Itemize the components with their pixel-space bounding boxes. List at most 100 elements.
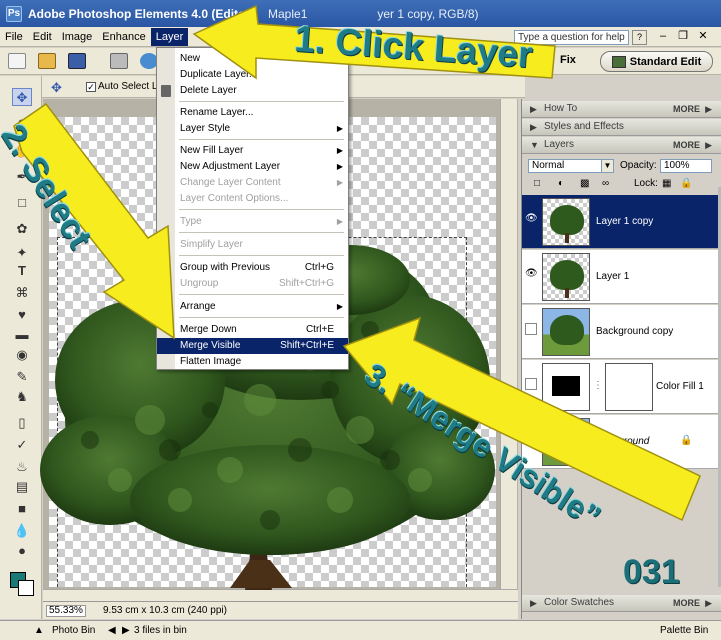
menu-item-new-fill-layer[interactable]: New Fill Layer ▶ [157,143,348,159]
blur-tool-icon[interactable]: 💧 [12,522,32,540]
adjustment-layer-icon[interactable]: ◐ [558,178,564,189]
menu-item-duplicate-layer[interactable]: Duplicate Layer... [157,67,348,83]
color-swatches-palette-header[interactable]: ▶ Color Swatches MORE ▶ [522,595,721,612]
menu-item-delete-layer[interactable]: Delete Layer [157,83,348,99]
lock-transparency-icon[interactable]: ▦ [662,178,671,189]
brush-tool-icon[interactable]: ✓ [12,436,32,454]
red-eye-tool-icon[interactable]: ◉ [12,346,32,364]
menu-item-layer-style[interactable]: Layer Style ▶ [157,121,348,137]
healing-brush-tool-icon[interactable]: ✎ [12,368,32,386]
menu-item-ungroup: Ungroup Shift+Ctrl+G [180,278,334,289]
menu-item-new-adjustment-layer[interactable]: New Adjustment Layer ▶ [157,159,348,175]
crop-tool-icon[interactable]: ⌘ [12,284,32,302]
move-tool-icon[interactable]: ✥ [12,88,32,106]
menu-item-merge-down[interactable]: Merge Down Ctrl+E [157,322,348,338]
menu-item-group-with-previous[interactable]: Group with Previous Ctrl+G [157,260,348,276]
print-icon[interactable] [110,53,128,69]
visibility-toggle[interactable] [525,433,537,445]
menu-item-flatten-image[interactable]: Flatten Image [157,354,348,370]
standard-edit-button[interactable]: Standard Edit [600,51,713,72]
layer-row[interactable]: 👁 Layer 1 copy [522,195,718,249]
restore-icon[interactable]: ❐ [675,29,691,44]
photoshop-app-icon: Ps [6,5,22,22]
help-button[interactable]: ? [632,30,647,45]
fill-layer-thumbnail [542,363,590,411]
minimize-icon[interactable]: – [655,29,671,44]
shape-tool-icon[interactable]: ■ [12,500,32,518]
menu-file[interactable]: File [0,28,28,46]
layer-row[interactable]: 👁 Layer 1 [522,250,718,304]
bin-nav-icon[interactable]: ▶ [122,625,130,636]
trash-icon[interactable]: ▩ [580,178,589,189]
straighten-tool-icon[interactable]: ▬ [12,326,32,344]
paint-bucket-tool-icon[interactable]: ♨ [12,458,32,476]
more-button[interactable]: MORE [673,595,700,611]
type-tool-icon[interactable]: T [12,262,32,280]
layer-row[interactable]: Background 🔒 [522,415,718,469]
eye-icon[interactable]: 👁 [525,213,538,225]
layer-thumbnail [542,308,590,356]
quick-fix-button[interactable]: Fix [560,54,576,66]
more-button[interactable]: MORE [673,101,700,117]
gradient-tool-icon[interactable]: ▤ [12,478,32,496]
lock-all-icon[interactable]: 🔒 [680,178,692,189]
photo-bin-toggle[interactable]: Photo Bin [52,625,95,636]
layers-palette-header[interactable]: ▼ Layers MORE ▶ [522,137,721,154]
layer-row[interactable]: ⋮ Color Fill 1 [522,360,718,414]
visibility-toggle[interactable] [525,378,537,390]
sponge-tool-icon[interactable]: ● [12,542,32,560]
more-arrow-icon: ▶ [705,140,712,150]
menu-image[interactable]: Image [57,28,98,46]
menu-separator [179,255,344,256]
tutorial-number-badge: 031 [623,553,680,591]
move-tool-options-icon: ✥ [51,80,62,95]
eye-icon[interactable]: 👁 [525,268,538,280]
eraser-tool-icon[interactable]: ▯ [12,414,32,432]
magic-wand-tool-icon[interactable]: ✦ [12,244,32,262]
menu-separator [179,317,344,318]
padlock-icon: 🔒 [680,435,693,446]
layer-thumbnail [542,418,590,466]
save-icon[interactable] [68,53,86,69]
cookie-cutter-tool-icon[interactable]: ♥ [12,306,32,324]
open-folder-icon[interactable] [38,53,56,69]
photo-bin-arrow-icon[interactable]: ▲ [34,625,44,636]
menu-layer[interactable]: Layer [150,27,189,46]
status-bar: 55.33% 9.53 cm x 10.3 cm (240 ppi) [43,601,518,619]
layer-thumbnail [542,198,590,246]
lock-label: Lock: [634,178,658,189]
menu-item-arrange[interactable]: Arrange ▶ [157,299,348,315]
document-size: 9.53 cm x 10.3 cm (240 ppi) [103,605,227,616]
chain-link-icon: ⋮ [593,380,603,391]
zoom-level-field[interactable]: 55.33% [46,605,86,617]
standard-edit-icon [611,55,626,68]
how-to-palette-header[interactable]: ▶ How To MORE ▶ [522,101,721,118]
layer-menu-dropdown: New ▶ Duplicate Layer... Delete Layer Ren… [156,47,349,370]
layer-name: Background [596,436,650,447]
menu-enhance[interactable]: Enhance [97,28,150,46]
styles-effects-palette-header[interactable]: ▶ Styles and Effects [522,119,721,136]
new-layer-icon[interactable]: □ [534,178,540,189]
layer-row[interactable]: Background copy [522,305,718,359]
palette-bin-toggle[interactable]: Palette Bin [660,625,708,636]
dropdown-arrow-icon[interactable]: ▼ [601,159,614,173]
opacity-input[interactable]: 100% [660,159,712,173]
menu-item-merge-visible[interactable]: Merge Visible Shift+Ctrl+E [157,338,348,354]
new-file-icon[interactable] [8,53,26,69]
menu-edit[interactable]: Edit [28,28,57,46]
canvas-vertical-scrollbar[interactable] [500,99,517,589]
auto-select-label: Auto Select La [98,81,164,92]
canvas-horizontal-scrollbar[interactable] [43,589,518,601]
visibility-toggle[interactable] [525,323,537,335]
lasso-tool-icon[interactable]: ✿ [12,220,32,238]
close-icon[interactable]: ✕ [695,29,711,44]
background-color-swatch[interactable] [18,580,34,596]
menu-item-rename-layer[interactable]: Rename Layer... [157,105,348,121]
more-button[interactable]: MORE [673,137,700,153]
layer-thumbnail [542,253,590,301]
clone-stamp-tool-icon[interactable]: ♞ [12,388,32,406]
window-controls: – ❐ ✕ [655,29,711,44]
bin-nav-icon[interactable]: ◀ [108,625,116,636]
auto-select-checkbox[interactable]: ✓ [86,82,96,92]
link-icon[interactable]: ∞ [602,178,609,189]
